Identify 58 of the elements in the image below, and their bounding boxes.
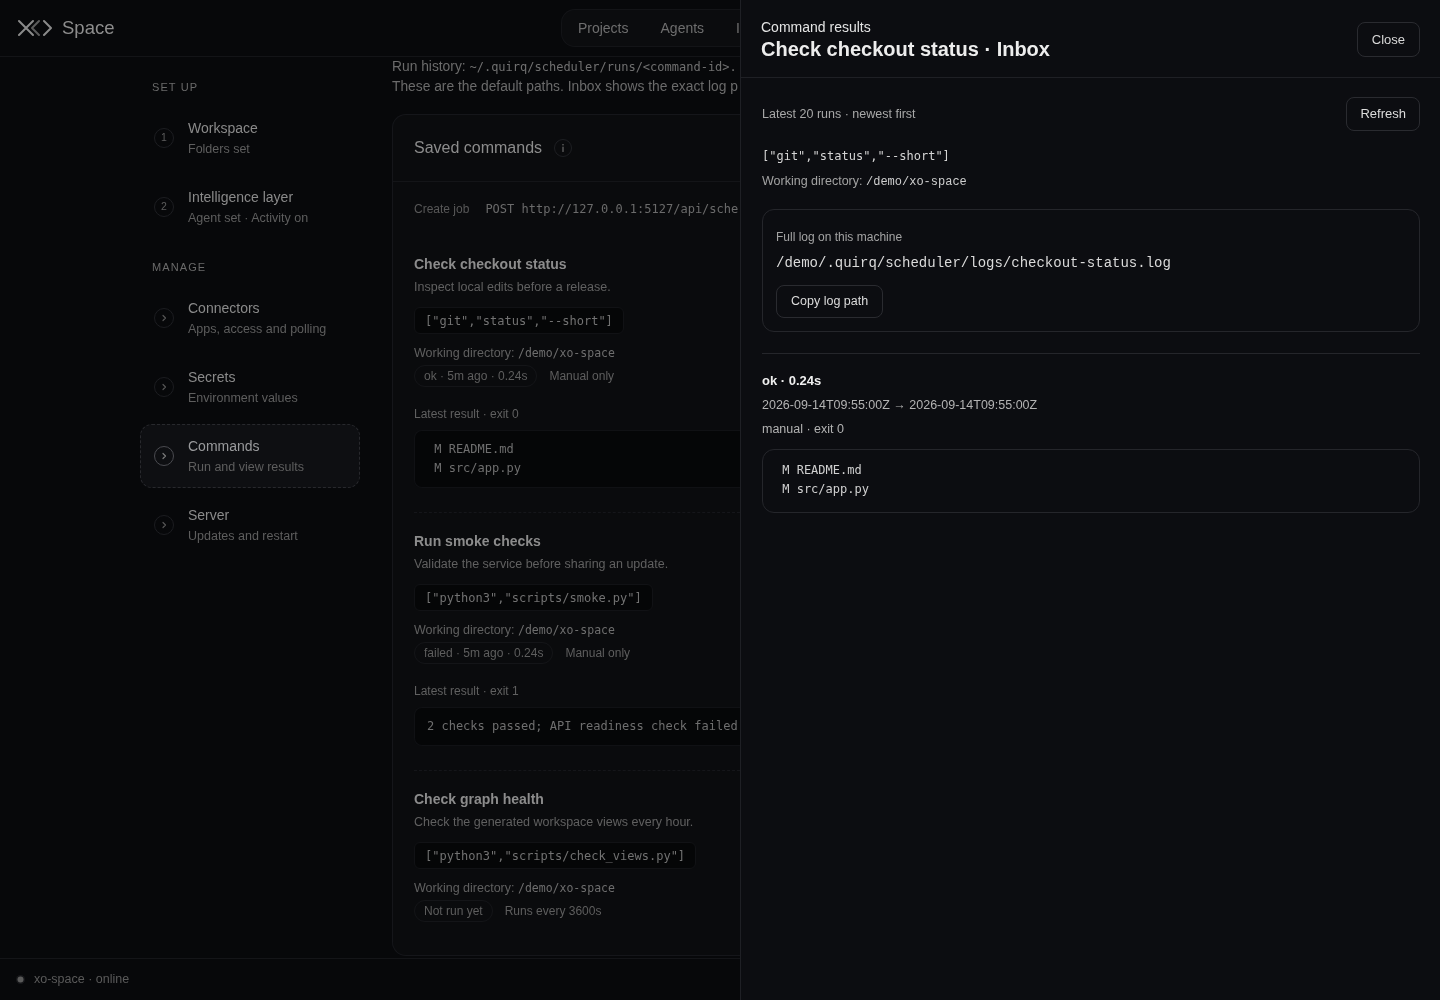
command-description: Check the generated workspace views every hour. (414, 814, 694, 831)
refresh-button[interactable]: Refresh (1346, 97, 1420, 131)
run-output: M README.md M src/app.py (762, 449, 1420, 513)
command-argv: ["git","status","--short"] (414, 307, 624, 334)
drawer-title: Check checkout status · Inbox (761, 37, 1050, 62)
sidebar-item[interactable]: Server Updates and restart (140, 493, 360, 557)
schedule-text: Manual only (549, 368, 615, 385)
workspace-status: xo-space · online (34, 971, 130, 989)
run-time-range: 2026-09-14T09:55:00Z → 2026-09-14T09:55:00Z (762, 397, 1038, 414)
working-directory: Working directory: /demo/xo-space (414, 345, 615, 362)
run-detail: manual · exit 0 (762, 421, 844, 438)
command-title: Check graph health (414, 790, 544, 808)
schedule-text: Manual only (565, 645, 631, 662)
command-title: Check checkout status (414, 255, 567, 273)
run-history-path: Run history: ~/.quirq/scheduler/runs/<command-id>. (392, 58, 738, 76)
command-description: Validate the service before sharing an update. (414, 556, 669, 573)
chevron-icon (154, 308, 174, 328)
command-title: Run smoke checks (414, 532, 541, 550)
command-output: 2 checks passed; API readiness check failed (414, 707, 740, 746)
command-description: Inspect local edits before a release. (414, 279, 611, 296)
chevron-icon (154, 515, 174, 535)
drawer-eyebrow: Command results (761, 18, 872, 36)
result-label: Latest result · exit 1 (414, 683, 519, 700)
log-label: Full log on this machine (776, 229, 903, 246)
runs-summary: Latest 20 runs · newest first (762, 105, 916, 123)
command-output: M README.md M src/app.py (414, 430, 740, 488)
sidebar-item[interactable]: Secrets Environment values (140, 355, 360, 419)
nav-tab[interactable]: Agents (644, 13, 721, 43)
sidebar-item[interactable]: Commands Run and view results (140, 424, 360, 488)
nav-tab[interactable]: I (720, 13, 740, 43)
sidebar-item[interactable]: Connectors Apps, access and polling (140, 286, 360, 350)
create-job-endpoint: POST http://127.0.0.1:5127/api/sche (485, 201, 739, 218)
chevron-icon (154, 446, 174, 466)
sidebar-item[interactable]: 1 Workspace Folders set (140, 106, 360, 170)
command-argv: ["git","status","--short"] (762, 148, 951, 165)
logo-icon (18, 19, 52, 37)
section-heading: SET UP (151, 80, 200, 94)
copy-log-path-button[interactable]: Copy log path (776, 285, 884, 318)
app-name: Space (62, 16, 115, 41)
sidebar-item[interactable]: 2 Intelligence layer Agent set · Activity on (140, 175, 360, 239)
status-dot (16, 975, 25, 984)
command-argv: ["python3","scripts/smoke.py"] (414, 584, 653, 611)
close-button[interactable]: Close (1356, 22, 1420, 57)
paths-note: These are the default paths. Inbox shows the exact log p (392, 78, 739, 96)
create-job-label: Create job (414, 201, 470, 218)
run-status: ok · 0.24s (762, 372, 822, 390)
chevron-icon (154, 377, 174, 397)
working-directory: Working directory: /demo/xo-space (414, 622, 615, 639)
working-directory: Working directory: /demo/xo-space (762, 173, 968, 191)
section-heading: MANAGE (151, 260, 208, 274)
command-argv: ["python3","scripts/check_views.py"] (414, 842, 697, 869)
card-title: Saved commands (414, 138, 543, 158)
schedule-text: Runs every 3600s (504, 903, 602, 920)
log-path: /demo/.quirq/scheduler/logs/checkout-status.log (776, 254, 1171, 273)
info-icon (554, 139, 573, 157)
result-label: Latest result · exit 0 (414, 406, 519, 423)
working-directory: Working directory: /demo/xo-space (414, 880, 615, 897)
nav-tab[interactable]: Projects (561, 13, 645, 43)
